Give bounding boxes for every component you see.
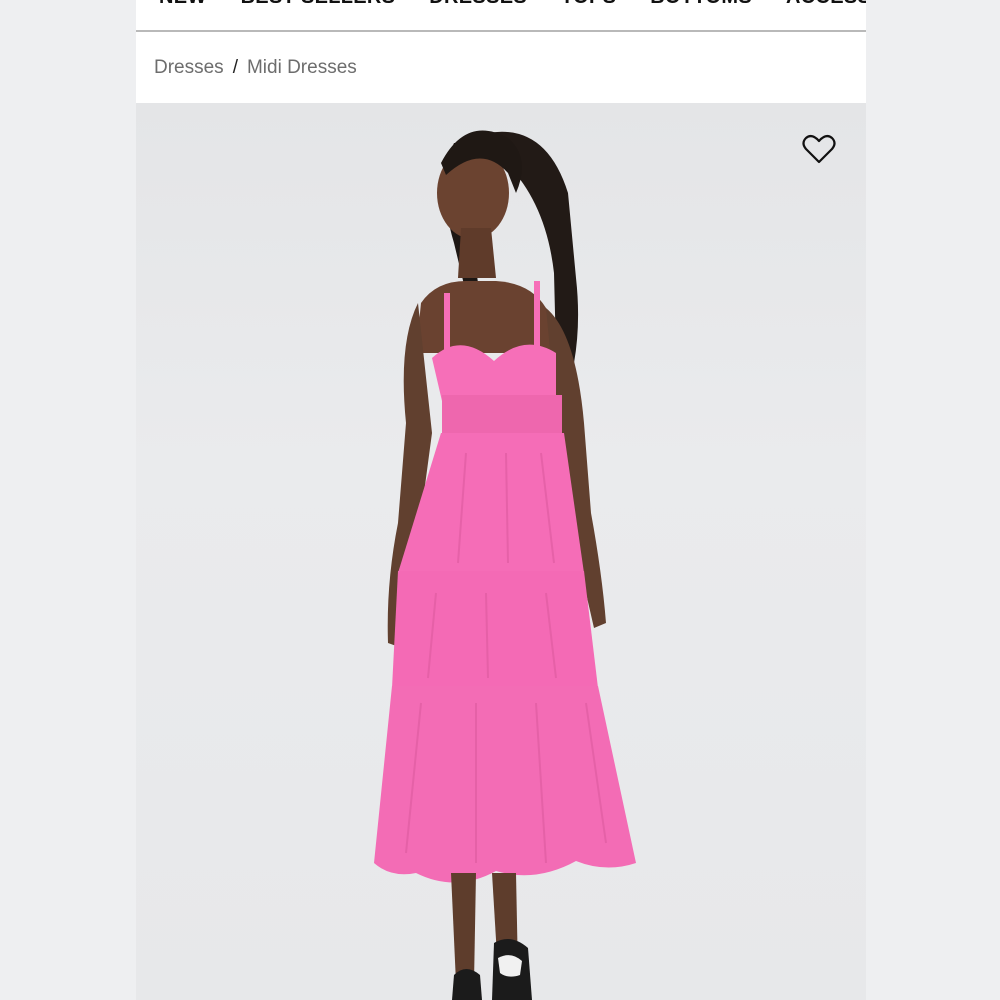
nav-item-tops[interactable]: TOPS <box>561 0 616 9</box>
nav-item-best-sellers[interactable]: BEST SELLERS <box>241 0 396 9</box>
model-illustration <box>374 130 636 1000</box>
product-image[interactable] <box>136 103 866 1000</box>
nav-item-bottoms[interactable]: BOTTOMS <box>650 0 752 9</box>
nav-item-dresses[interactable]: DRESSES <box>429 0 527 9</box>
breadcrumb-dresses[interactable]: Dresses <box>154 57 224 79</box>
top-navigation: NEW BEST SELLERS DRESSES TOPS BOTTOMS AC… <box>136 0 866 32</box>
nav-item-accessories[interactable]: ACCESSORIES <box>786 0 866 9</box>
breadcrumb-separator: / <box>232 57 238 78</box>
wishlist-heart-icon[interactable] <box>802 133 836 165</box>
breadcrumb: Dresses / Midi Dresses <box>154 57 357 79</box>
breadcrumb-midi-dresses[interactable]: Midi Dresses <box>247 57 357 79</box>
nav-item-new[interactable]: NEW <box>159 0 207 9</box>
product-page: NEW BEST SELLERS DRESSES TOPS BOTTOMS AC… <box>136 0 866 1000</box>
nav-menu: NEW BEST SELLERS DRESSES TOPS BOTTOMS AC… <box>159 0 866 9</box>
